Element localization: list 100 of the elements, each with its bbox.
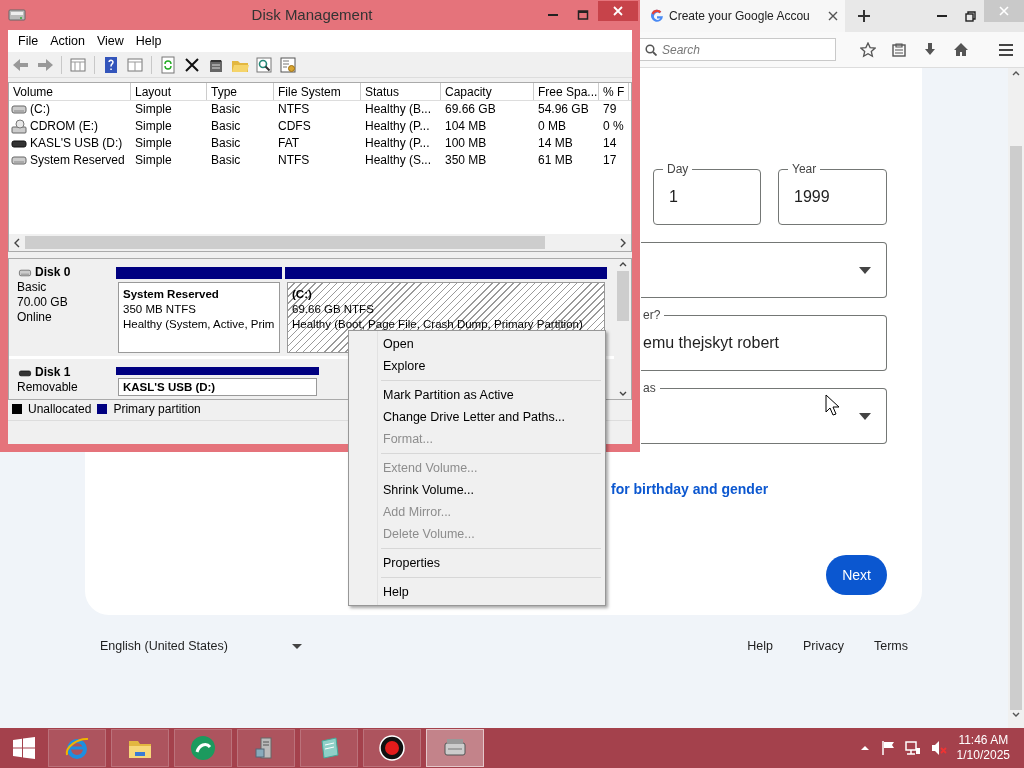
clipboard-icon xyxy=(891,41,908,58)
home-icon xyxy=(952,41,969,58)
vertical-scrollbar[interactable] xyxy=(614,259,631,399)
plus-icon xyxy=(857,9,871,23)
next-button[interactable]: Next xyxy=(826,555,887,595)
clipboard-button[interactable] xyxy=(890,41,908,58)
browser-icon xyxy=(64,735,90,761)
table-cell-text: 100 MB xyxy=(444,135,488,152)
input-field[interactable]: Day 1 xyxy=(653,160,761,225)
table-cell-text: FAT xyxy=(277,135,301,152)
search-field[interactable]: Search xyxy=(640,38,836,61)
input-field[interactable]: Year 1999 xyxy=(778,160,887,225)
windows-logo-icon xyxy=(13,737,35,759)
menu-item[interactable]: Properties xyxy=(351,552,603,574)
horizontal-scrollbar[interactable] xyxy=(9,234,631,251)
table-cell-text: 14 xyxy=(602,135,618,152)
table-cell: CDROM (E:) xyxy=(30,118,98,135)
footer-link[interactable]: Help xyxy=(747,637,773,656)
menu-item[interactable]: Explore xyxy=(351,355,603,377)
bookmark-star-button[interactable] xyxy=(860,41,877,58)
muted-speaker-icon[interactable] xyxy=(930,740,947,756)
footer-link[interactable]: Privacy xyxy=(803,637,844,656)
record-icon xyxy=(379,735,405,761)
refresh-icon xyxy=(159,55,177,74)
column-header[interactable]: Capacity xyxy=(441,83,534,100)
menu-item[interactable]: Open xyxy=(351,333,603,355)
table-cell-text: 0 MB xyxy=(537,118,567,135)
disk-info: 70.00 GB xyxy=(17,295,69,310)
scroll-left-icon xyxy=(13,237,21,248)
partition-block[interactable]: KASL'S USB (D:) xyxy=(118,378,317,396)
scroll-right-icon xyxy=(619,237,627,248)
table-cell-text: 79 xyxy=(602,101,618,118)
menu-item[interactable]: Change Drive Letter and Paths... xyxy=(351,406,603,428)
menu-item[interactable]: Mark Partition as Active xyxy=(351,384,603,406)
table-cell-text: CDFS xyxy=(277,118,312,135)
disk-info: Basic xyxy=(17,280,48,295)
field-value: 1999 xyxy=(794,187,830,207)
list-view-icon xyxy=(69,55,87,74)
column-header[interactable]: Free Spa... xyxy=(534,83,599,100)
flag-icon[interactable] xyxy=(880,740,895,756)
help-icon xyxy=(102,55,120,74)
panel-view-icon xyxy=(126,55,144,74)
cd-drive-icon xyxy=(11,119,27,134)
close-icon xyxy=(998,5,1010,17)
disk-info: Online xyxy=(17,310,53,325)
scrollbar[interactable] xyxy=(1008,68,1024,728)
menu-item[interactable]: View xyxy=(90,31,130,51)
taskbar-button[interactable] xyxy=(363,729,421,767)
column-header[interactable]: Volume xyxy=(9,83,131,100)
close-icon[interactable] xyxy=(827,10,839,22)
table-cell-text: Simple xyxy=(134,135,173,152)
bookmark-star-icon xyxy=(860,41,877,58)
input-field[interactable]: er? emu thejskyt robert xyxy=(641,306,887,371)
table-cell-text: Basic xyxy=(210,135,242,152)
menu-item[interactable]: Help xyxy=(129,31,168,51)
table-cell-text: 69.66 GB xyxy=(444,101,497,118)
field-value: emu thejskyt robert xyxy=(643,333,780,353)
column-header[interactable]: File System xyxy=(274,83,361,100)
column-header[interactable]: % F xyxy=(599,83,629,100)
browser-tab[interactable]: Create your Google Accou xyxy=(640,0,845,32)
column-header[interactable]: Type xyxy=(207,83,274,100)
footer-link[interactable]: Terms xyxy=(873,637,908,656)
drive-icon xyxy=(11,153,27,168)
close-button[interactable] xyxy=(598,1,638,21)
table-cell-text: Healthy (P... xyxy=(364,135,431,152)
close-icon xyxy=(612,5,624,17)
table-cell-text: 104 MB xyxy=(444,118,488,135)
network-icon[interactable] xyxy=(904,740,921,756)
drive-icon xyxy=(8,7,26,23)
menu-item[interactable]: Shrink Volume... xyxy=(351,479,603,501)
caret-icon xyxy=(859,266,871,274)
minimize-icon xyxy=(548,14,558,16)
menu-item[interactable]: Action xyxy=(44,31,91,51)
menu-item[interactable]: Help xyxy=(351,581,603,603)
table-cell-text: NTFS xyxy=(277,101,311,118)
menu-item[interactable]: File xyxy=(12,31,45,51)
legend-label: Unallocated xyxy=(28,401,92,418)
delete-icon xyxy=(183,55,201,74)
column-header[interactable]: Layout xyxy=(131,83,207,100)
partition-block[interactable]: System Reserved 350 MB NTFS Healthy (System, Active, Prim xyxy=(118,282,280,353)
language-selector[interactable]: English (United States) xyxy=(100,637,302,656)
circle-app-icon xyxy=(190,735,216,761)
google-logo-icon xyxy=(650,9,664,23)
home-button[interactable] xyxy=(952,41,970,58)
search-icon xyxy=(255,55,273,74)
table-cell-text: Simple xyxy=(134,152,173,169)
table-cell-text: Healthy (S... xyxy=(364,152,433,169)
minimize-icon xyxy=(937,15,947,17)
clock-time[interactable]: 11:46 AM xyxy=(956,733,1010,748)
clock-date[interactable]: 1/10/2025 xyxy=(956,748,1010,763)
maximize-icon xyxy=(577,9,589,21)
disk-name: Disk 1 xyxy=(35,365,71,380)
table-cell-text: 14 MB xyxy=(537,135,574,152)
dropdown-field[interactable]: as xyxy=(641,379,887,444)
table-cell-text: NTFS xyxy=(277,152,311,169)
tab-title: Create your Google Accou xyxy=(669,8,811,25)
column-header[interactable]: Status xyxy=(361,83,441,100)
menu-button[interactable] xyxy=(997,41,1014,58)
help-link[interactable]: for birthday and gender xyxy=(611,479,887,500)
table-cell: System Reserved xyxy=(30,152,125,169)
